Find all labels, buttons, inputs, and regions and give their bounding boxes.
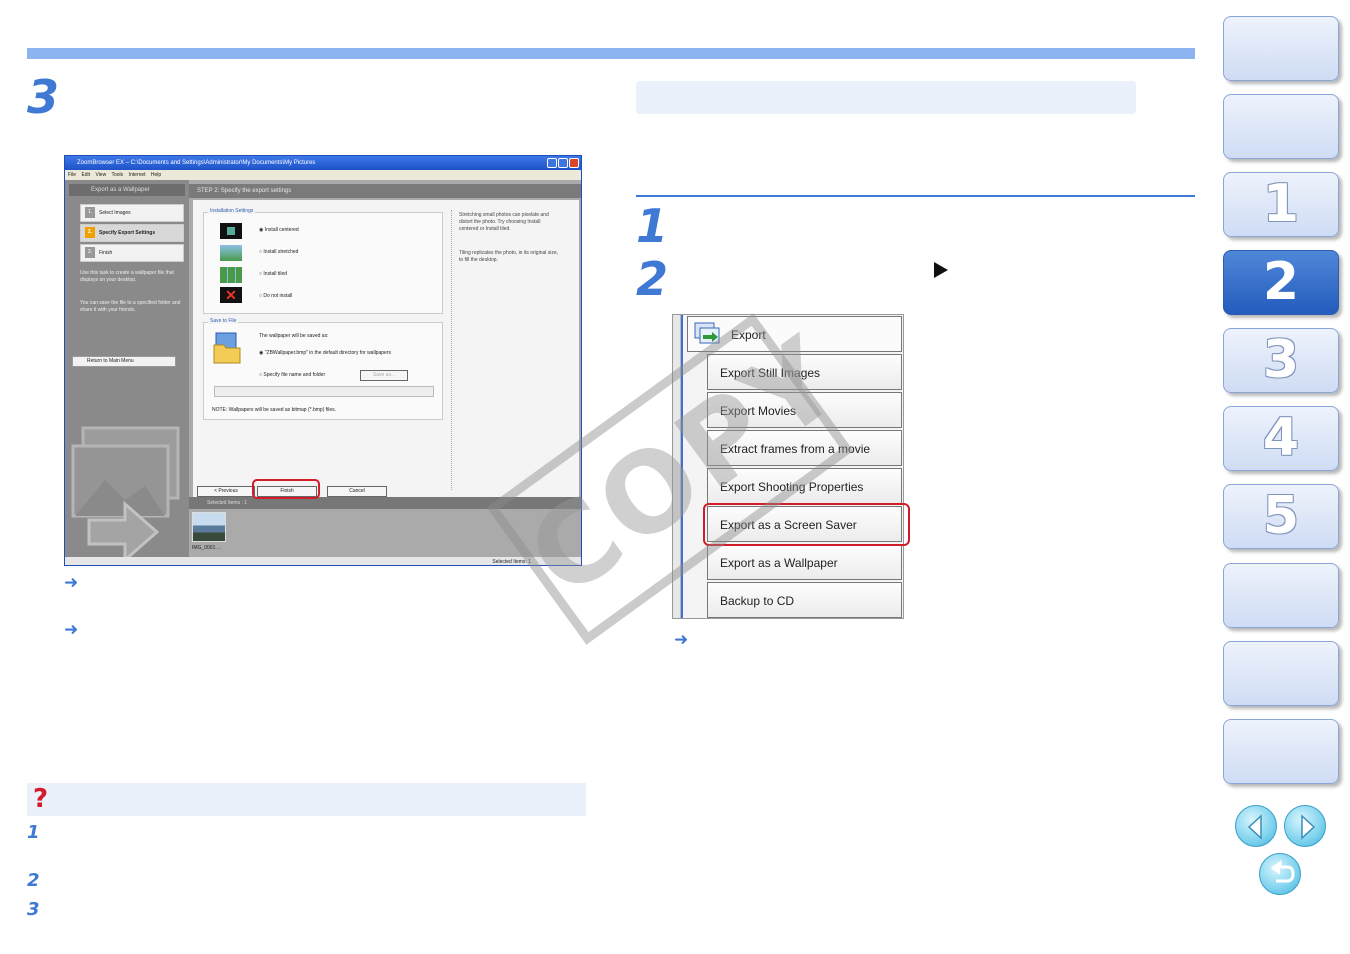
- sidebar-tab-1[interactable]: [1223, 16, 1339, 81]
- do-not-install-icon: ✕: [220, 287, 242, 303]
- step-number-2: 2: [636, 252, 669, 306]
- vertical-divider: [451, 210, 452, 490]
- stretched-thumb-icon: [220, 245, 242, 261]
- result-arrow-icon-2: ➜: [64, 620, 79, 640]
- sidebar-tab-chapter-3[interactable]: 3: [1223, 328, 1339, 393]
- save-caption: The wallpaper will be saved as:: [259, 333, 329, 339]
- task-description-1: Use this task to create a wallpaper file…: [80, 270, 174, 283]
- menu-path-arrow-icon: [934, 262, 948, 278]
- file-path-field: [214, 386, 434, 397]
- sidebar-tab-chapter-2[interactable]: 2: [1223, 250, 1339, 315]
- sidebar-tab-chapter-1[interactable]: 1: [1223, 172, 1339, 237]
- result-arrow-icon: ➜: [64, 573, 79, 593]
- step-header: STEP 2: Specify the export settings: [189, 184, 581, 198]
- install-centered-option: ◉ Install centered: [259, 227, 299, 233]
- faq-step-3: 3: [27, 899, 40, 920]
- faq-heading-bar: [27, 783, 586, 816]
- export-menu-screenshot: Export Export Still Images Export Movies…: [672, 314, 904, 619]
- step-number-3: 3: [27, 70, 60, 124]
- window-menubar: File Edit View Tools Internet Help: [65, 170, 581, 180]
- back-icon: [1271, 860, 1295, 883]
- task-step-3: 3. Finish: [80, 244, 184, 262]
- backup-to-cd-item: Backup to CD: [707, 582, 902, 618]
- window-titlebar: ZoomBrowser EX – C:\Documents and Settin…: [65, 156, 581, 170]
- finish-button-highlight: [252, 479, 320, 499]
- task-description-2: You can save the file to a specified fol…: [80, 300, 181, 313]
- settings-body: Installation Settings ✕ ◉ Install center…: [193, 200, 579, 500]
- sidebar-tab-9[interactable]: [1223, 641, 1339, 706]
- zoombrowser-screenshot: ZoomBrowser EX – C:\Documents and Settin…: [64, 155, 582, 566]
- sidebar-tab-2[interactable]: [1223, 94, 1339, 159]
- close-icon: [569, 158, 579, 168]
- previous-button: < Previous: [197, 486, 255, 497]
- tiled-thumb-icon: [220, 267, 242, 283]
- export-wallpaper-item: Export as a Wallpaper: [707, 544, 902, 580]
- task-title: Export as a Wallpaper: [69, 184, 185, 196]
- export-icon: [694, 322, 720, 344]
- menu-strip: [673, 315, 683, 618]
- selected-items-bar: Selected Items : 1: [189, 497, 581, 509]
- top-rule-bar: [27, 48, 1195, 59]
- save-to-file-label: Save to File: [208, 318, 239, 324]
- selected-photo-thumbnail: [192, 512, 226, 542]
- menu-result-arrow-icon: ➜: [674, 630, 689, 650]
- back-button[interactable]: [1259, 853, 1301, 895]
- next-page-button[interactable]: [1284, 805, 1326, 847]
- faq-step-2: 2: [27, 870, 40, 891]
- task-pane: Export as a Wallpaper 1. Select Images 2.…: [65, 180, 189, 565]
- save-as-button: Save as...: [360, 370, 408, 381]
- minimize-icon: [547, 158, 557, 168]
- sidebar-tab-chapter-4[interactable]: 4: [1223, 406, 1339, 471]
- stretch-note: Stretching small photos can pixelate and…: [459, 212, 549, 232]
- thumbnail-caption: IMG_0001 ...: [192, 545, 221, 551]
- install-stretched-option: ○ Install stretched: [259, 249, 299, 255]
- installation-settings-group: Installation Settings ✕ ◉ Install center…: [203, 208, 443, 314]
- export-still-images-item: Export Still Images: [707, 354, 902, 390]
- next-page-icon: [1301, 814, 1316, 840]
- task-step-2: 2. Specify Export Settings: [80, 224, 184, 242]
- prev-page-icon: [1247, 814, 1262, 840]
- step-number-1: 1: [636, 199, 669, 253]
- status-bar: Selected Items: 1: [65, 557, 581, 565]
- save-to-file-group: Save to File The wallpaper will be saved…: [203, 318, 443, 420]
- specify-file-option: ○ Specify file name and folder: [259, 372, 326, 378]
- do-not-install-option: ○ Do not install: [259, 293, 293, 299]
- centered-thumb-icon: [220, 223, 242, 239]
- sidebar-tab-chapter-5[interactable]: 5: [1223, 484, 1339, 549]
- task-step-1: 1. Select Images: [80, 204, 184, 222]
- export-movies-item: Export Movies: [707, 392, 902, 428]
- maximize-icon: [558, 158, 568, 168]
- installation-settings-label: Installation Settings: [208, 208, 256, 214]
- tile-note: Tiling replicates the photo, in its orig…: [459, 250, 559, 263]
- sidebar-tab-10[interactable]: [1223, 719, 1339, 784]
- prev-page-button[interactable]: [1235, 805, 1277, 847]
- section-heading-bar: [636, 81, 1136, 114]
- faq-step-1: 1: [27, 822, 40, 843]
- screen-saver-highlight: [703, 503, 910, 546]
- default-directory-option: ◉ "ZBWallpaper.bmp" in the default direc…: [259, 350, 391, 356]
- export-menu-title: Export: [731, 328, 766, 342]
- section-rule: [636, 195, 1195, 197]
- window-title: ZoomBrowser EX – C:\Documents and Settin…: [77, 160, 316, 166]
- folder-icon: [213, 332, 241, 364]
- export-menu-header: Export: [687, 316, 902, 352]
- install-tiled-option: ○ Install tiled: [259, 271, 288, 277]
- cancel-button: Cancel: [327, 486, 387, 497]
- sidebar-tab-8[interactable]: [1223, 563, 1339, 628]
- decorative-photos-arrow-icon: [71, 426, 180, 564]
- return-main-menu-button: Return to Main Menu: [72, 356, 176, 367]
- question-icon: ?: [33, 784, 49, 814]
- bmp-note: NOTE: Wallpapers will be saved as bitmap…: [212, 407, 337, 413]
- extract-frames-item: Extract frames from a movie: [707, 430, 902, 466]
- export-shooting-properties-item: Export Shooting Properties: [707, 468, 902, 504]
